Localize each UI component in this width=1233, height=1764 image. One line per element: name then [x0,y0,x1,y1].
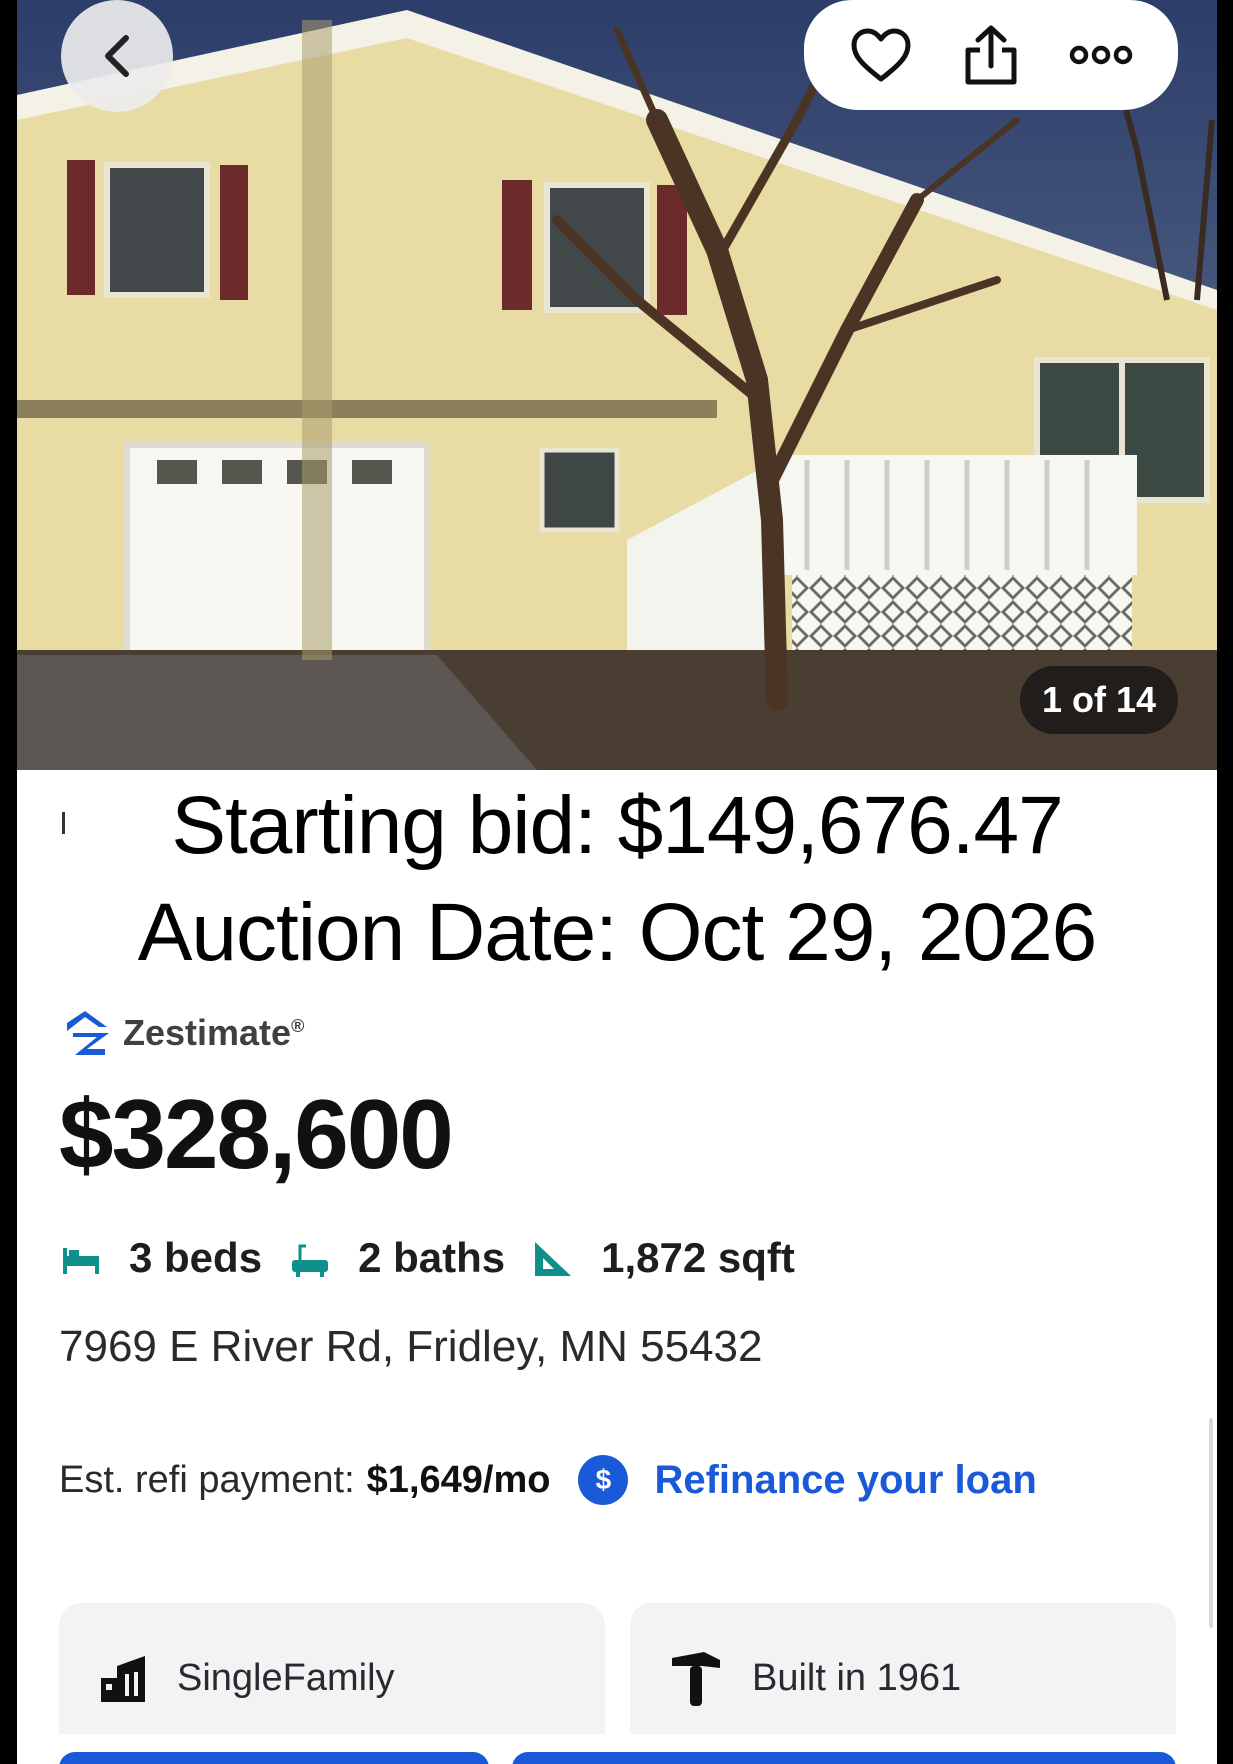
zillow-logo-icon [67,1011,109,1055]
zestimate-text: Zestimate [123,1012,292,1053]
dollar-badge-icon: $ [578,1455,629,1505]
baths-fact: 2 baths [288,1234,505,1282]
chevron-left-icon [105,35,129,77]
overlay-auction-date: Auction Date: Oct 29, 2026 [137,887,1098,978]
registered-mark: ® [291,1016,305,1036]
year-built-tile: Built in 1961 [630,1603,1176,1753]
beds-label: 3 beds [129,1234,263,1281]
zestimate-label[interactable]: Zestimate® [123,1012,304,1054]
bottom-action-button-left[interactable] [59,1752,489,1764]
area-icon [535,1242,572,1276]
home-facts: 3 beds 2 baths 1,872 sqft [59,1228,821,1288]
sqft-fact: 1,872 sqft [531,1234,795,1282]
bath-icon [292,1244,329,1277]
back-button[interactable] [61,0,173,112]
year-built-label: Built in 1961 [752,1656,962,1699]
header-actions [804,0,1178,110]
share-icon [965,25,1017,85]
app-frame: 1 of 14 Starting bid: $149,676.47 Auctio… [17,0,1217,1764]
refinance-link[interactable]: Refinance your loan [654,1458,1036,1503]
photo-counter: 1 of 14 [1020,666,1178,734]
property-address: 7969 E River Rd, Fridley, MN 55432 [59,1322,763,1371]
hammer-icon [672,1652,720,1706]
share-button[interactable] [951,15,1031,95]
home-type-tile: SingleFamily [59,1603,605,1753]
scrollbar[interactable] [1209,1418,1213,1628]
house-photo [17,0,1217,770]
bed-icon [63,1248,99,1274]
beds-fact: 3 beds [59,1234,262,1282]
bottom-action-button-right[interactable] [512,1752,1176,1764]
home-type-label: SingleFamily [177,1656,395,1699]
refi-row: Est. refi payment: $1,649/mo $ Refinance… [59,1450,1037,1510]
more-dots-icon [1069,45,1133,65]
sqft-label: 1,872 sqft [601,1234,795,1281]
baths-label: 2 baths [358,1234,506,1281]
overlay-starting-bid: Starting bid: $149,676.47 [171,780,1063,871]
refi-label: Est. refi payment: [59,1458,355,1501]
zestimate-price: $328,600 [59,1079,454,1189]
favorite-button[interactable] [841,15,921,95]
listing-photo[interactable]: 1 of 14 [17,0,1217,770]
building-icon [101,1656,145,1702]
refi-amount: $1,649/mo [366,1458,551,1501]
zestimate-label-row: Zestimate® [59,1006,304,1060]
more-button[interactable] [1061,15,1141,95]
heart-icon [851,28,911,82]
